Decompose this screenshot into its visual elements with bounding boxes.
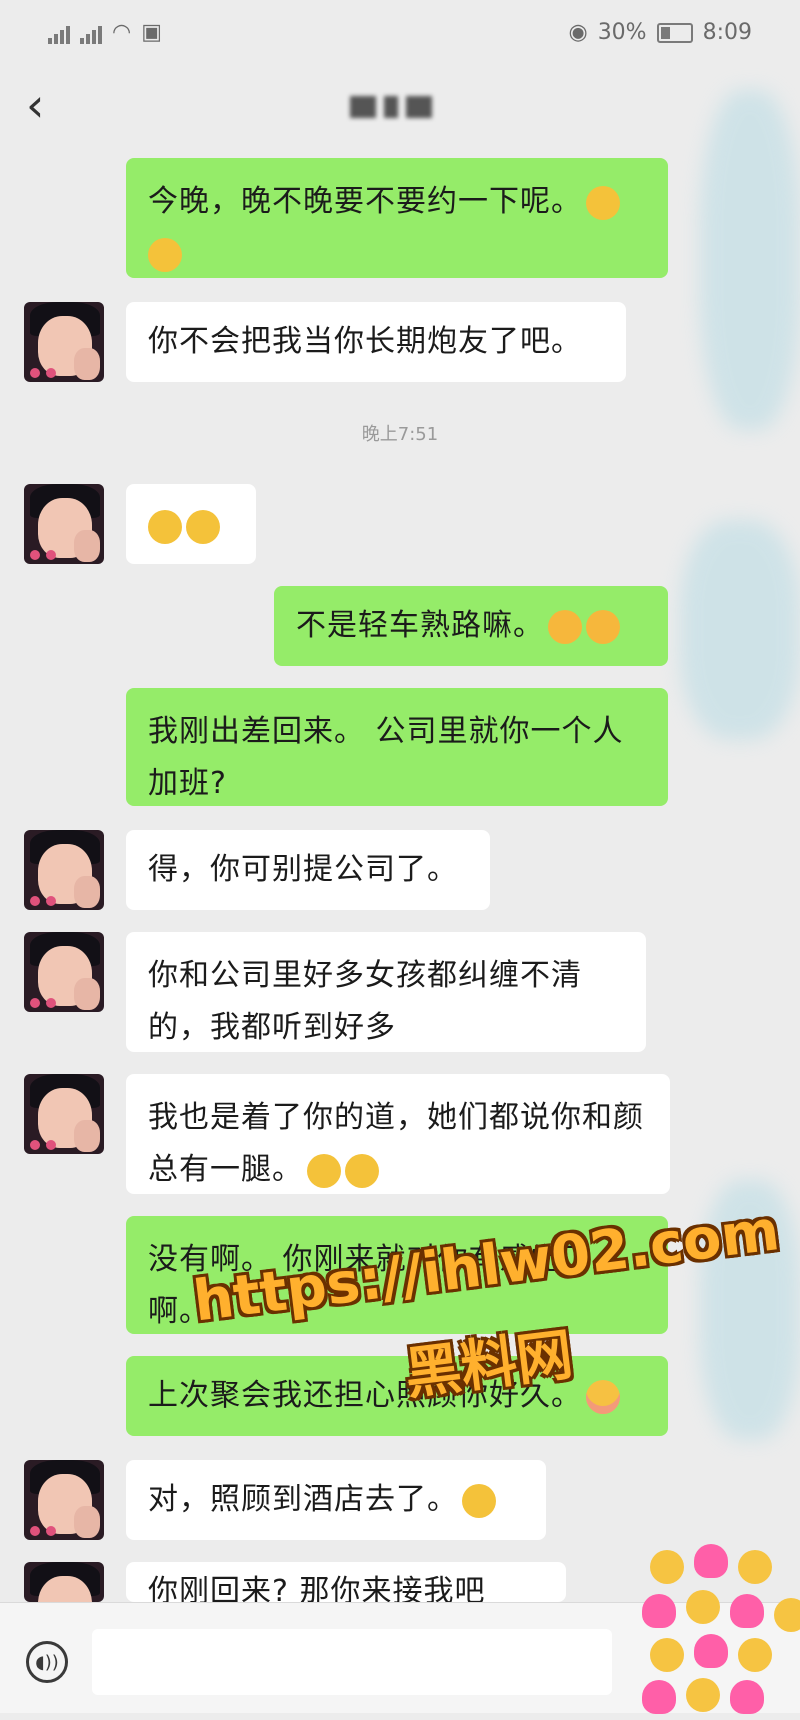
message-bubble-incoming[interactable]: 我也是着了你的道，她们都说你和颜总有一腿。	[126, 1074, 670, 1194]
cry-laugh-emoji-icon	[548, 609, 582, 644]
message-bubble-incoming[interactable]: 你和公司里好多女孩都纠缠不清的，我都听到好多	[126, 932, 646, 1052]
flushed-emoji-icon	[307, 1153, 341, 1188]
message-bubble-incoming[interactable]: 得，你可别提公司了。	[126, 830, 490, 910]
pleading-emoji-icon	[148, 509, 182, 544]
message-text: 你刚回来? 那你来接我吧	[148, 1574, 486, 1602]
message-bubble-incoming[interactable]: 你不会把我当你长期炮友了吧。	[126, 302, 626, 382]
grin-emoji-icon	[586, 185, 620, 220]
message-timestamp: 晚上7:51	[361, 424, 439, 445]
avatar[interactable]	[24, 302, 104, 382]
status-bar: ◠ ▣ ◉ 30% 8:09	[0, 0, 800, 68]
message-bubble-incoming[interactable]	[126, 484, 256, 564]
alarm-icon: ◉	[568, 20, 588, 45]
avatar[interactable]	[24, 1562, 104, 1602]
signal-icon	[48, 22, 70, 44]
contact-name-redacted	[350, 96, 432, 118]
message-text: 不是轻车熟路嘛。	[296, 608, 544, 643]
battery-icon	[656, 22, 693, 43]
message-bubble-outgoing[interactable]: 上次聚会我还担心照顾你好久。	[126, 1356, 668, 1436]
background-wash	[700, 90, 800, 430]
message-bubble-outgoing[interactable]: 今晚，晚不晚要不要约一下呢。	[126, 158, 668, 278]
battery-percent: 30%	[597, 20, 647, 45]
message-bubble-incoming[interactable]: 你刚回来? 那你来接我吧	[126, 1562, 566, 1602]
avatar[interactable]	[24, 1074, 104, 1154]
message-text: 你和公司里好多女孩都纠缠不清的，我都听到好多	[148, 958, 582, 1045]
message-bubble-outgoing[interactable]: 我刚出差回来。 公司里就你一个人加班?	[126, 688, 668, 806]
cry-laugh-emoji-icon	[586, 609, 620, 644]
pensive-emoji-icon	[462, 1483, 496, 1518]
voice-icon[interactable]: ◖))	[26, 1641, 68, 1683]
pleading-emoji-icon	[186, 509, 220, 544]
message-text: 得，你可别提公司了。	[148, 852, 458, 887]
clock: 8:09	[702, 20, 752, 45]
avatar[interactable]	[24, 484, 104, 564]
notification-icon: ▣	[141, 20, 162, 45]
signal-indicators: ◠ ▣	[48, 20, 162, 45]
avatar[interactable]	[24, 932, 104, 1012]
blush-emoji-icon	[586, 1379, 620, 1414]
chat-header: ‹	[0, 70, 800, 150]
message-text: 我也是着了你的道，她们都说你和颜总有一腿。	[148, 1100, 644, 1187]
avatar[interactable]	[24, 1460, 104, 1540]
message-bubble-outgoing[interactable]: 不是轻车熟路嘛。	[274, 586, 668, 666]
avatar[interactable]	[24, 830, 104, 910]
wifi-icon: ◠	[112, 20, 132, 45]
emoji-sticker	[610, 1520, 800, 1720]
background-wash	[680, 520, 800, 740]
message-text: 你不会把我当你长期炮友了吧。	[148, 324, 582, 359]
grin-emoji-icon	[148, 237, 182, 272]
message-text: 我刚出差回来。 公司里就你一个人加班?	[148, 714, 624, 801]
chevron-left-icon[interactable]: ‹	[26, 82, 44, 128]
status-right: ◉ 30% 8:09	[568, 20, 752, 45]
message-text: 对，照顾到酒店去了。	[148, 1482, 458, 1517]
message-input[interactable]	[92, 1629, 612, 1695]
message-bubble-incoming[interactable]: 对，照顾到酒店去了。	[126, 1460, 546, 1540]
message-text: 今晚，晚不晚要不要约一下呢。	[148, 184, 582, 219]
signal-icon	[80, 22, 102, 44]
flushed-emoji-icon	[345, 1153, 379, 1188]
